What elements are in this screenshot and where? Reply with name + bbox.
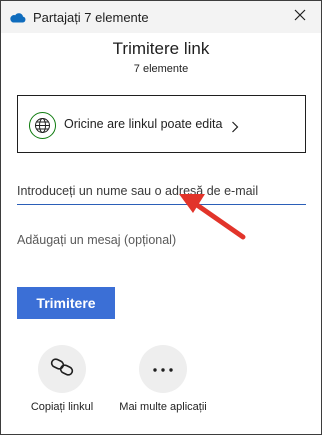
copy-link-option[interactable]: Copiați linkul — [12, 345, 112, 413]
link-icon — [50, 357, 74, 381]
title-bar: Partajați 7 elemente — [1, 1, 321, 33]
chevron-right-icon — [231, 120, 239, 138]
message-input[interactable] — [17, 227, 306, 253]
recipient-input[interactable] — [17, 177, 306, 205]
link-permission-button[interactable]: Oricine are linkul poate edita — [17, 95, 306, 153]
dialog-title: Trimitere link — [112, 39, 210, 58]
close-button[interactable] — [279, 1, 321, 33]
close-icon — [294, 8, 306, 26]
window-title: Partajați 7 elemente — [33, 10, 149, 25]
item-count: 7 elemente — [133, 63, 189, 75]
permission-label: Oricine are linkul poate edita — [64, 117, 223, 131]
more-apps-option[interactable]: Mai multe aplicații — [113, 345, 213, 413]
globe-icon — [29, 112, 56, 139]
more-apps-label: Mai multe aplicații — [119, 401, 207, 413]
copy-link-label: Copiați linkul — [30, 401, 94, 413]
share-dialog: Partajați 7 elemente Trimitere link 7 el… — [0, 0, 322, 435]
more-apps-button[interactable] — [139, 345, 187, 393]
more-icon — [152, 360, 174, 378]
send-button[interactable]: Trimitere — [17, 287, 115, 319]
onedrive-cloud-icon — [9, 10, 26, 23]
copy-link-button[interactable] — [38, 345, 86, 393]
